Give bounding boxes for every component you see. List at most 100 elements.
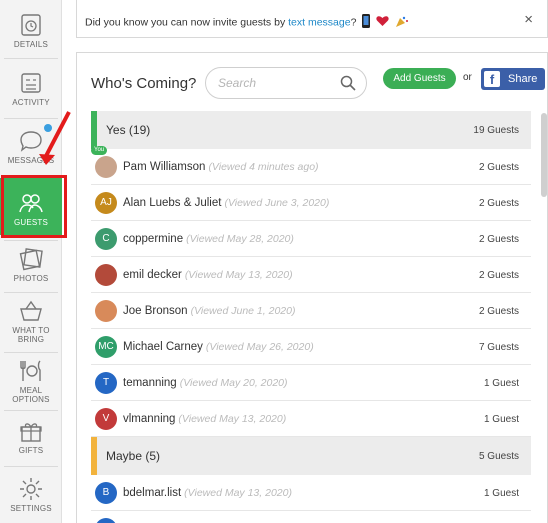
guest-row[interactable]: MC Michael Carney (Viewed May 26, 2020) 7 G… bbox=[91, 329, 531, 365]
guest-row[interactable]: Bbdelmar.list (Viewed May 13, 2020) 1 Gues… bbox=[91, 475, 531, 511]
guest-row[interactable]: Ttemanning (Viewed May 20, 2020) 1 Guest bbox=[91, 365, 531, 401]
sidebar-item-label: Details bbox=[13, 40, 49, 49]
heart-icon bbox=[376, 15, 389, 30]
gear-icon bbox=[18, 476, 44, 502]
sidebar-item-meal-options[interactable]: Meal Options bbox=[0, 358, 62, 404]
avatar: C bbox=[95, 228, 117, 250]
section-total: 19 Guests bbox=[473, 125, 519, 136]
guest-name: emil decker (Viewed May 13, 2020) bbox=[123, 269, 293, 281]
gift-icon bbox=[18, 418, 44, 444]
sidebar-item-photos[interactable]: Photos bbox=[0, 246, 62, 283]
sidebar: Details Activity Messages Guests bbox=[0, 0, 62, 523]
viewed-status: (Viewed May 13, 2020) bbox=[184, 487, 292, 499]
divider bbox=[4, 58, 58, 59]
or-label: or bbox=[463, 72, 472, 83]
close-icon[interactable]: × bbox=[524, 11, 533, 28]
guest-name: Michael Carney (Viewed May 26, 2020) bbox=[123, 341, 314, 353]
guest-count: 2 Guests bbox=[478, 162, 519, 173]
guest-name: Joe Bronson (Viewed June 1, 2020) bbox=[123, 305, 296, 317]
guest-row[interactable]: AJ Alan Luebs & Juliet (Viewed June 3, 202… bbox=[91, 185, 531, 221]
panel-header: Who's Coming? Add Guests or f Share bbox=[77, 53, 547, 105]
avatar bbox=[95, 156, 117, 178]
guest-list: Yes (19) 19 Guests You Pam Williamson (Viewe… bbox=[91, 111, 531, 523]
guest-row[interactable]: Vvlmanning (Viewed May 13, 2020) 1 Guest bbox=[91, 401, 531, 437]
divider bbox=[4, 410, 58, 411]
section-color-bar bbox=[91, 437, 97, 475]
avatar: R bbox=[95, 518, 117, 523]
guest-row[interactable]: Joe Bronson (Viewed June 1, 2020) 2 Guests bbox=[91, 293, 531, 329]
invite-banner: Did you know you can now invite guests b… bbox=[76, 0, 548, 38]
sidebar-item-label: Activity bbox=[12, 98, 50, 107]
guest-name: temanning (Viewed May 20, 2020) bbox=[123, 377, 288, 389]
sidebar-item-label: Settings bbox=[10, 504, 52, 513]
sidebar-item-label: Meal Options bbox=[12, 386, 50, 404]
search-box[interactable] bbox=[205, 67, 367, 99]
page-title: Who's Coming? bbox=[91, 75, 197, 92]
guest-count: 1 Guest bbox=[483, 378, 519, 389]
rsvp-section-maybe[interactable]: Maybe (5) 5 Guests bbox=[91, 437, 531, 475]
divider bbox=[4, 466, 58, 467]
guest-name: vlmanning (Viewed May 13, 2020) bbox=[123, 413, 287, 425]
guest-row[interactable]: You Pam Williamson (Viewed 4 minutes ago) 2… bbox=[91, 146, 531, 185]
section-title: Maybe (5) bbox=[106, 449, 161, 463]
guest-name: Pam Williamson (Viewed 4 minutes ago) bbox=[123, 161, 319, 173]
sidebar-item-label: What to Bring bbox=[12, 326, 50, 344]
guest-count: 7 Guests bbox=[478, 342, 519, 353]
guest-count: 2 Guests bbox=[478, 198, 519, 209]
avatar bbox=[95, 264, 117, 286]
guest-count: 2 Guests bbox=[478, 270, 519, 281]
guest-row[interactable]: Ccoppermine (Viewed May 28, 2020) 2 Guests bbox=[91, 221, 531, 257]
divider bbox=[4, 240, 58, 241]
search-icon[interactable] bbox=[340, 75, 356, 91]
party-icon bbox=[395, 15, 409, 31]
guest-count: 2 Guests bbox=[478, 234, 519, 245]
section-total: 5 Guests bbox=[478, 451, 519, 462]
guest-count: 1 Guest bbox=[483, 414, 519, 425]
viewed-status: (Viewed May 26, 2020) bbox=[205, 341, 314, 353]
facebook-share-button[interactable]: f Share bbox=[481, 68, 545, 90]
guest-list-panel: Who's Coming? Add Guests or f Share Yes … bbox=[76, 52, 548, 523]
text-message-link[interactable]: text message bbox=[288, 16, 350, 28]
guest-count: 1 Guest bbox=[483, 488, 519, 499]
viewed-status: (Viewed June 3, 2020) bbox=[224, 197, 330, 209]
banner-text: Did you know you can now invite guests b… bbox=[85, 16, 289, 29]
sidebar-item-label: Photos bbox=[13, 274, 49, 283]
guest-count: 2 Guests bbox=[478, 306, 519, 317]
divider bbox=[4, 292, 58, 293]
viewed-status: (Viewed May 20, 2020) bbox=[179, 377, 288, 389]
sidebar-item-details[interactable]: Details bbox=[0, 12, 62, 49]
guest-row[interactable]: emil decker (Viewed May 13, 2020) 2 Guests bbox=[91, 257, 531, 293]
add-guests-button[interactable]: Add Guests bbox=[383, 68, 456, 89]
rsvp-section-yes[interactable]: Yes (19) 19 Guests bbox=[91, 111, 531, 149]
avatar: MC bbox=[95, 336, 117, 358]
viewed-status: (Viewed May 13, 2020) bbox=[184, 269, 293, 281]
share-label: Share bbox=[508, 73, 538, 85]
sidebar-item-settings[interactable]: Settings bbox=[0, 476, 62, 513]
search-input[interactable] bbox=[218, 75, 338, 91]
clock-icon bbox=[18, 12, 44, 38]
viewed-status: (Viewed 4 minutes ago) bbox=[208, 161, 319, 173]
section-title: Yes (19) bbox=[106, 123, 151, 137]
banner-suffix: ? bbox=[350, 16, 357, 29]
annotation-arrow-icon bbox=[39, 111, 71, 165]
basket-icon bbox=[18, 298, 44, 324]
avatar: B bbox=[95, 482, 117, 504]
you-badge: You bbox=[91, 146, 108, 155]
guest-row[interactable]: Rrolwardy(Viewed May 13, 2020)2 Guests bbox=[91, 511, 531, 523]
photos-icon bbox=[18, 246, 44, 272]
guest-name: Alan Luebs & Juliet (Viewed June 3, 2020) bbox=[123, 197, 330, 209]
section-color-bar bbox=[91, 111, 97, 149]
guest-name: coppermine (Viewed May 28, 2020) bbox=[123, 233, 294, 245]
activity-icon bbox=[18, 70, 44, 96]
sidebar-item-label: Gifts bbox=[18, 446, 44, 455]
viewed-status: (Viewed May 28, 2020) bbox=[186, 233, 294, 245]
avatar: T bbox=[95, 372, 117, 394]
guest-name: bdelmar.list (Viewed May 13, 2020) bbox=[123, 487, 292, 499]
sidebar-item-gifts[interactable]: Gifts bbox=[0, 418, 62, 455]
utensils-icon bbox=[18, 358, 44, 384]
sidebar-item-what-to-bring[interactable]: What to Bring bbox=[0, 298, 62, 344]
scrollbar[interactable] bbox=[541, 113, 547, 197]
viewed-status: (Viewed June 1, 2020) bbox=[190, 305, 296, 317]
phone-icon bbox=[362, 14, 371, 31]
sidebar-item-activity[interactable]: Activity bbox=[0, 70, 62, 107]
